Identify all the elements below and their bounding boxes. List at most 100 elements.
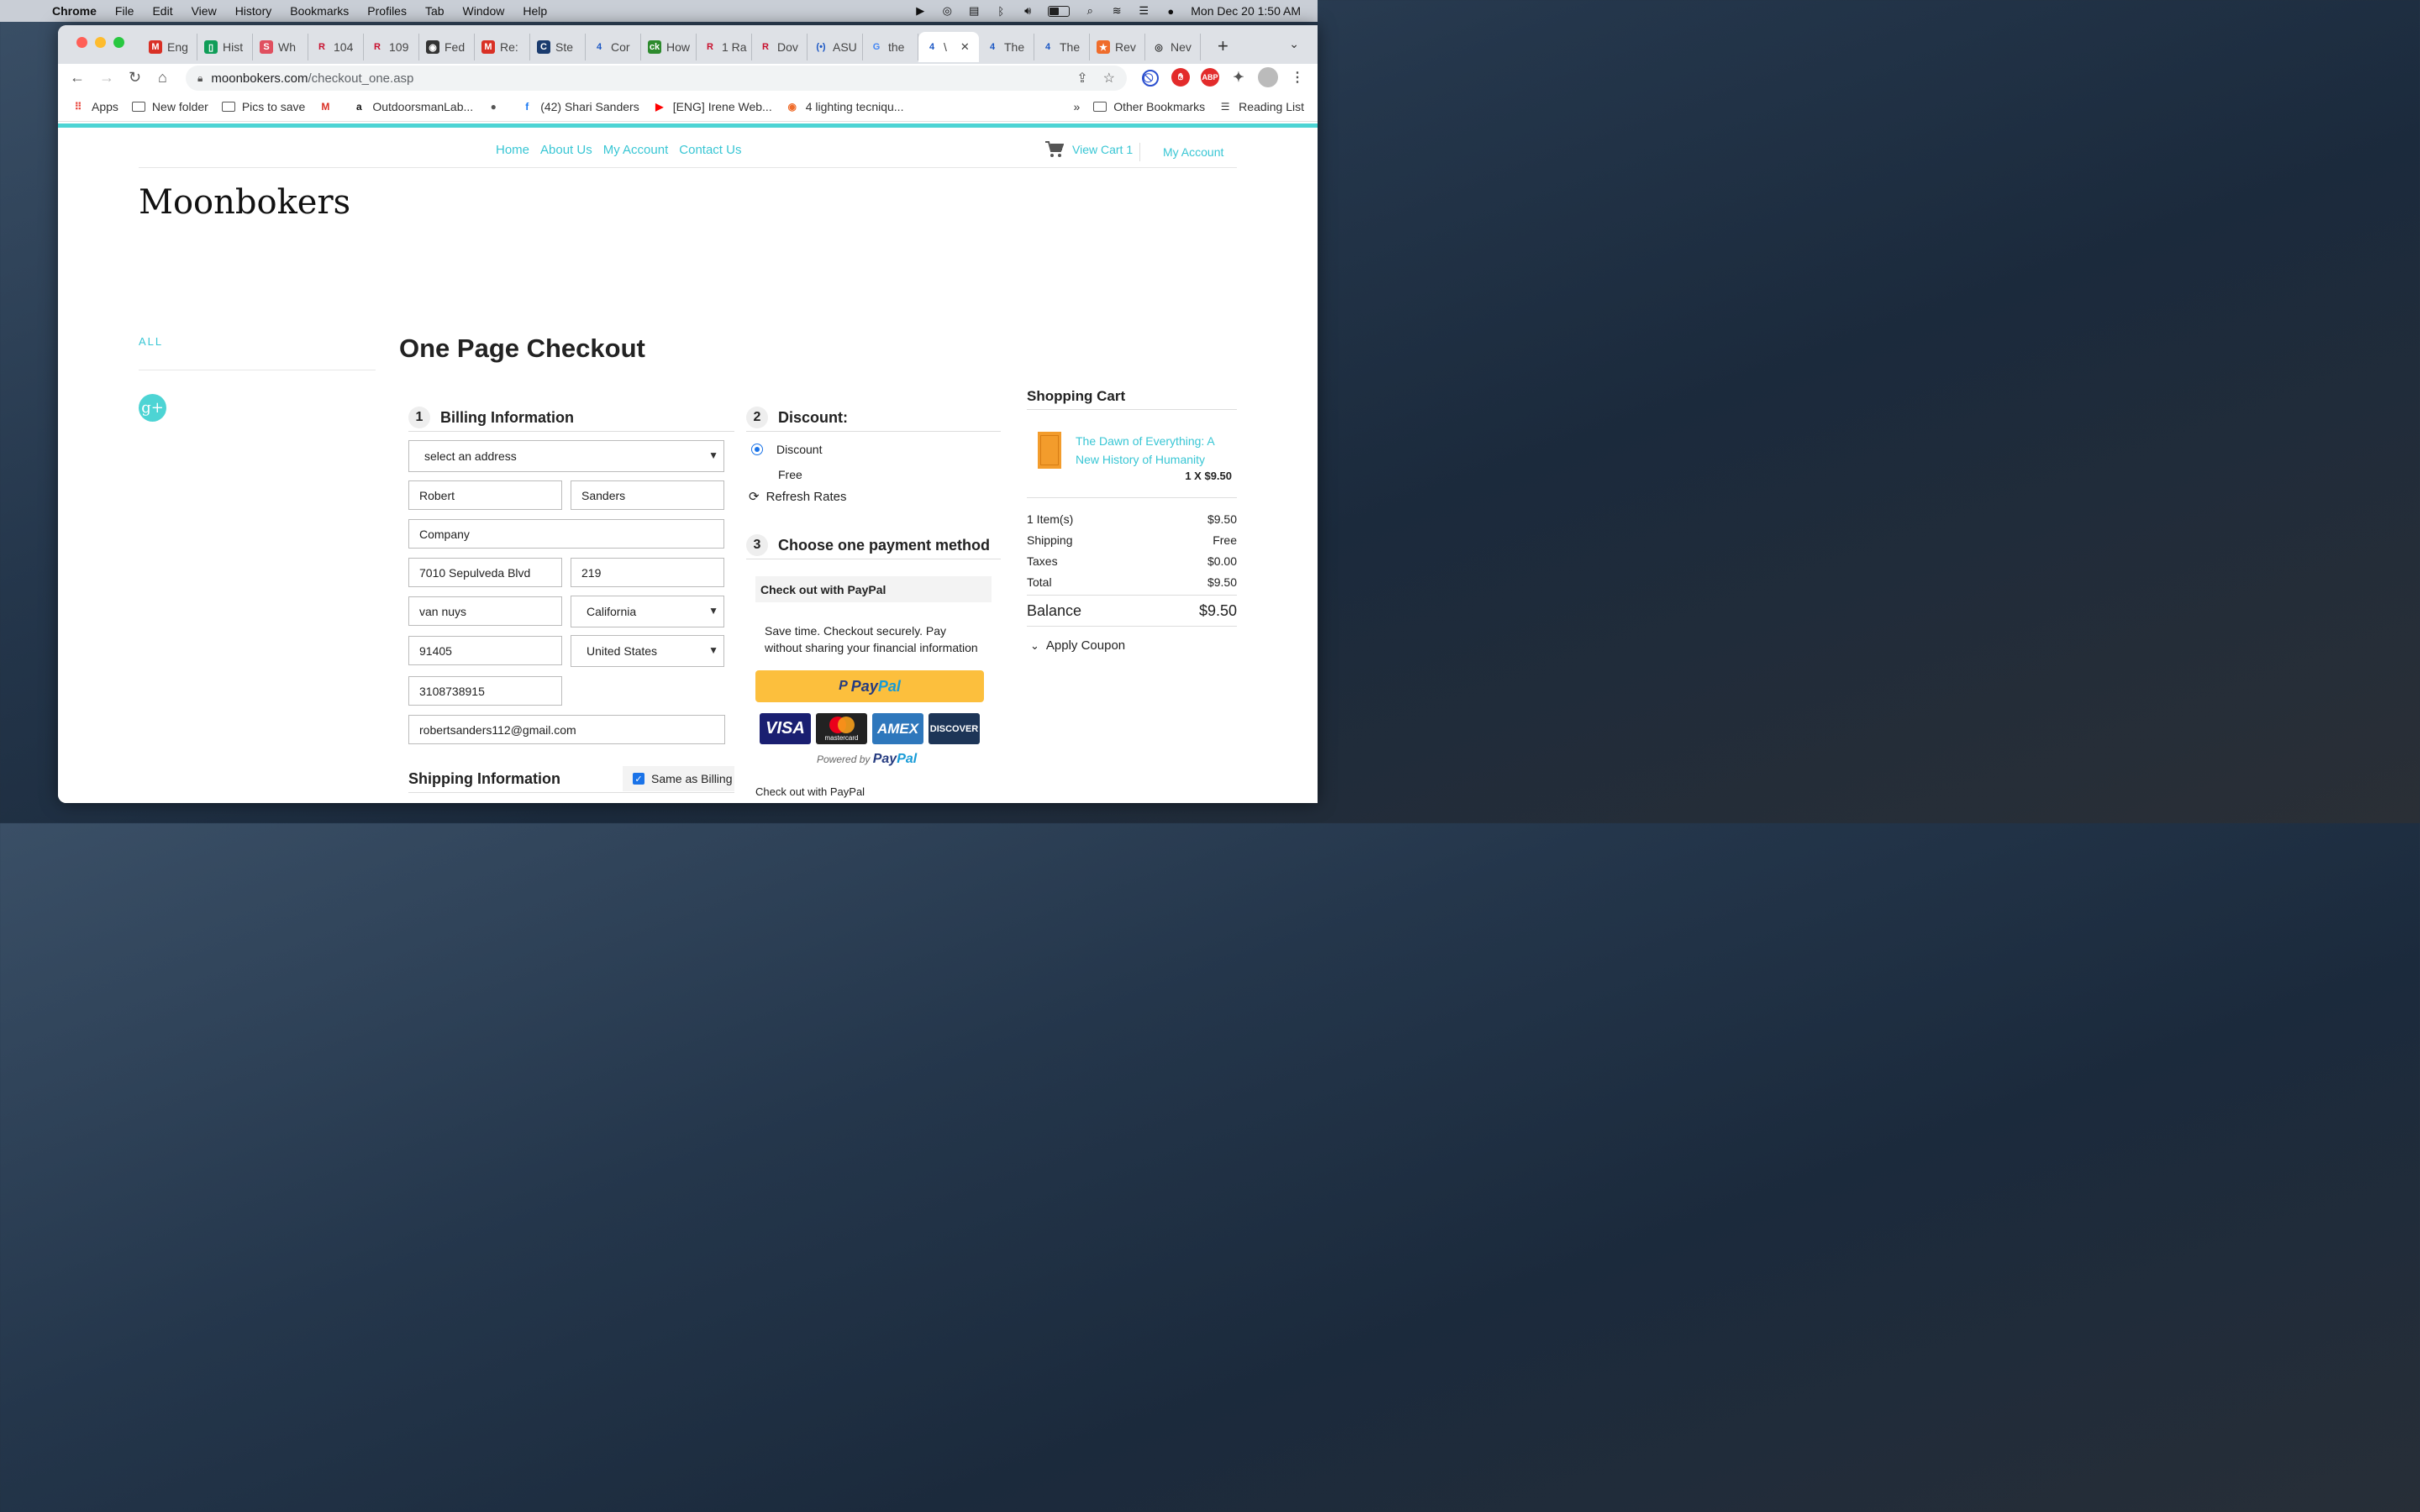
bookmark-item[interactable]: a OutdoorsmanLab...: [352, 100, 473, 113]
keyboard-icon[interactable]: ▤: [967, 4, 981, 17]
paypal-option-header[interactable]: Check out with PayPal: [755, 576, 992, 602]
bookmark-item[interactable]: New folder: [131, 100, 208, 113]
control-center-icon[interactable]: ☰: [1137, 4, 1150, 17]
menu-window[interactable]: Window: [463, 4, 505, 18]
bookmark-item[interactable]: ⠿ Apps: [71, 100, 118, 113]
extensions-puzzle-icon[interactable]: ✦: [1229, 68, 1248, 87]
address-line2-field[interactable]: 219: [571, 558, 724, 587]
browser-tab[interactable]: ◉ Fed: [419, 34, 475, 60]
browser-tab[interactable]: ◎ Nev: [1145, 34, 1201, 60]
block-extension-icon[interactable]: ⃠: [1142, 70, 1159, 87]
wifi-off-icon[interactable]: ≋: [1110, 4, 1123, 17]
chrome-menu-icon[interactable]: ⋮: [1288, 68, 1307, 87]
phone-field[interactable]: 3108738915: [408, 676, 562, 706]
browser-tab[interactable]: C Ste: [530, 34, 586, 60]
browser-tab[interactable]: 4 Cor: [586, 34, 641, 60]
state-select[interactable]: California ▼: [571, 596, 724, 627]
bookmark-item[interactable]: ●: [487, 101, 507, 113]
browser-tab[interactable]: ck How: [641, 34, 697, 60]
close-tab-icon[interactable]: ✕: [960, 40, 970, 54]
browser-tab[interactable]: R 104: [308, 34, 364, 60]
spotlight-search-icon[interactable]: ⌕: [1083, 4, 1097, 17]
cart-item-title[interactable]: The Dawn of Everything: A New History of…: [1076, 432, 1231, 469]
bluetooth-icon[interactable]: ᛒ: [994, 5, 1007, 18]
back-arrow-icon[interactable]: ←: [70, 69, 85, 87]
country-select[interactable]: United States ▼: [571, 635, 724, 667]
browser-tab[interactable]: R 1 Ra: [697, 34, 752, 60]
email-field[interactable]: robertsanders112@gmail.com: [408, 715, 725, 744]
minimize-window-button[interactable]: [95, 37, 106, 48]
company-field[interactable]: Company: [408, 519, 724, 549]
browser-tab[interactable]: 4 \ ✕: [918, 32, 979, 62]
forward-arrow-icon[interactable]: →: [99, 69, 114, 87]
adblock-plus-icon[interactable]: ABP: [1201, 68, 1219, 87]
browser-tab[interactable]: S Wh: [253, 34, 308, 60]
menu-bookmarks[interactable]: Bookmarks: [290, 4, 349, 18]
share-icon[interactable]: ⇪: [1076, 70, 1087, 87]
bookmark-item[interactable]: ◉ 4 lighting tecniqu...: [786, 100, 903, 113]
battery-icon[interactable]: [1048, 5, 1071, 17]
address-select[interactable]: select an address ▼: [408, 440, 724, 472]
browser-tab[interactable]: M Re:: [475, 34, 530, 60]
browser-tab[interactable]: ★ Rev: [1090, 34, 1145, 60]
google-plus-icon[interactable]: g+: [139, 394, 166, 422]
book-cover-thumbnail[interactable]: [1038, 432, 1061, 469]
menubar-clock[interactable]: Mon Dec 20 1:50 AM: [1191, 4, 1301, 18]
browser-tab[interactable]: R Dov: [752, 34, 808, 60]
nav-about-us[interactable]: About Us: [540, 143, 592, 157]
last-name-field[interactable]: Sanders: [571, 480, 724, 510]
menu-file[interactable]: File: [115, 4, 134, 18]
menu-chrome[interactable]: Chrome: [52, 4, 97, 18]
reading-list[interactable]: ☰ Reading List: [1218, 100, 1304, 113]
address-line1-field[interactable]: 7010 Sepulveda Blvd: [408, 558, 562, 587]
discount-radio[interactable]: [751, 444, 763, 455]
menu-profiles[interactable]: Profiles: [367, 4, 407, 18]
sidebar-category-all[interactable]: ALL: [139, 335, 163, 348]
profile-avatar[interactable]: [1258, 67, 1278, 87]
bookmarks-overflow-button[interactable]: »: [1073, 100, 1080, 113]
browser-tab[interactable]: 4 The: [979, 34, 1034, 60]
same-as-billing-checkbox[interactable]: ✓: [633, 773, 644, 785]
nav-my-account[interactable]: My Account: [603, 143, 669, 157]
browser-tab[interactable]: 4 The: [1034, 34, 1090, 60]
nav-contact-us[interactable]: Contact Us: [679, 143, 741, 157]
header-my-account-link[interactable]: My Account: [1163, 145, 1223, 159]
menu-history[interactable]: History: [235, 4, 272, 18]
address-bar[interactable]: 🔒︎ moonbokers.com/checkout_one.asp ⇪ ☆: [186, 66, 1127, 91]
other-bookmarks[interactable]: Other Bookmarks: [1093, 100, 1205, 113]
nav-home[interactable]: Home: [496, 143, 529, 157]
new-tab-button[interactable]: +: [1218, 35, 1228, 57]
paypal-checkout-button[interactable]: P Pay Pal: [755, 670, 984, 702]
browser-tab[interactable]: M Eng: [142, 34, 197, 60]
apply-coupon-toggle[interactable]: ⌄ Apply Coupon: [1030, 638, 1125, 653]
bookmark-item[interactable]: f (42) Shari Sanders: [520, 100, 639, 113]
bookmark-item[interactable]: Pics to save: [221, 100, 305, 113]
view-cart-link[interactable]: View Cart 1: [1045, 141, 1133, 158]
tab-search-chevron-icon[interactable]: ⌄: [1289, 37, 1299, 51]
zip-field[interactable]: 91405: [408, 636, 562, 665]
browser-tab[interactable]: (•) ASU: [808, 34, 863, 60]
first-name-field[interactable]: Robert: [408, 480, 562, 510]
close-window-button[interactable]: [76, 37, 87, 48]
bookmark-star-icon[interactable]: ☆: [1103, 70, 1115, 87]
same-as-billing-control[interactable]: ✓ Same as Billing: [623, 766, 734, 791]
play-icon[interactable]: ▶: [913, 4, 927, 17]
menu-help[interactable]: Help: [523, 4, 547, 18]
browser-tab[interactable]: ▯ Hist: [197, 34, 253, 60]
menu-view[interactable]: View: [192, 4, 217, 18]
menu-tab[interactable]: Tab: [425, 4, 445, 18]
reload-icon[interactable]: ↻: [129, 69, 141, 87]
browser-tab[interactable]: R 109: [364, 34, 419, 60]
bookmark-item[interactable]: ▶ [ENG] Irene Web...: [653, 100, 772, 113]
menu-edit[interactable]: Edit: [152, 4, 172, 18]
site-logo-text[interactable]: Moonbokers: [139, 183, 350, 222]
refresh-rates-button[interactable]: ⟳ Refresh Rates: [749, 489, 846, 505]
volume-icon[interactable]: 🔊︎: [1021, 4, 1034, 17]
browser-tab[interactable]: Gthe: [863, 34, 918, 60]
city-field[interactable]: van nuys: [408, 596, 562, 626]
url-text[interactable]: moonbokers.com/checkout_one.asp: [211, 71, 413, 86]
zoom-window-button[interactable]: [113, 37, 124, 48]
stop-hand-extension-icon[interactable]: ✋︎: [1171, 68, 1190, 87]
siri-icon[interactable]: ●: [1164, 5, 1177, 18]
lock-icon[interactable]: 🔒︎: [197, 72, 203, 85]
